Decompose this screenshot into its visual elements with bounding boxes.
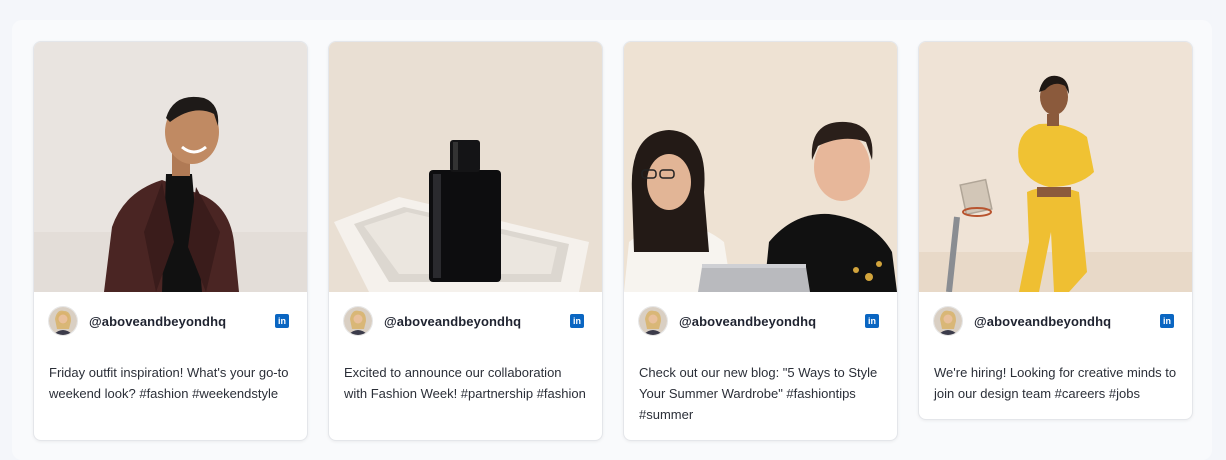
post-card[interactable]: @aboveandbeyondhq in Check out our new b… <box>623 41 898 441</box>
post-image[interactable] <box>329 42 602 292</box>
post-meta: @aboveandbeyondhq in <box>329 292 602 350</box>
linkedin-icon[interactable]: in <box>865 314 879 328</box>
linkedin-icon[interactable]: in <box>570 314 584 328</box>
post-text: Excited to announce our collaboration wi… <box>344 365 586 401</box>
post-text: We're hiring! Looking for creative minds… <box>934 365 1177 401</box>
author-handle[interactable]: @aboveandbeyondhq <box>679 314 816 329</box>
post-text: Check out our new blog: "5 Ways to Style… <box>639 365 878 422</box>
post-meta: @aboveandbeyondhq in <box>919 292 1192 350</box>
avatar[interactable] <box>639 307 667 335</box>
author-handle[interactable]: @aboveandbeyondhq <box>974 314 1111 329</box>
post-meta: @aboveandbeyondhq in <box>34 292 307 350</box>
post-text: Friday outfit inspiration! What's your g… <box>49 365 289 401</box>
post-image[interactable] <box>624 42 897 292</box>
post-card[interactable]: @aboveandbeyondhq in Excited to announce… <box>328 41 603 441</box>
linkedin-icon[interactable]: in <box>275 314 289 328</box>
post-card[interactable]: @aboveandbeyondhq in We're hiring! Looki… <box>918 41 1193 420</box>
post-meta: @aboveandbeyondhq in <box>624 292 897 350</box>
post-image[interactable] <box>34 42 307 292</box>
author-handle[interactable]: @aboveandbeyondhq <box>384 314 521 329</box>
avatar[interactable] <box>344 307 372 335</box>
avatar[interactable] <box>934 307 962 335</box>
post-card[interactable]: @aboveandbeyondhq in Friday outfit inspi… <box>33 41 308 441</box>
avatar[interactable] <box>49 307 77 335</box>
linkedin-icon[interactable]: in <box>1160 314 1174 328</box>
author-handle[interactable]: @aboveandbeyondhq <box>89 314 226 329</box>
post-image[interactable] <box>919 42 1192 292</box>
